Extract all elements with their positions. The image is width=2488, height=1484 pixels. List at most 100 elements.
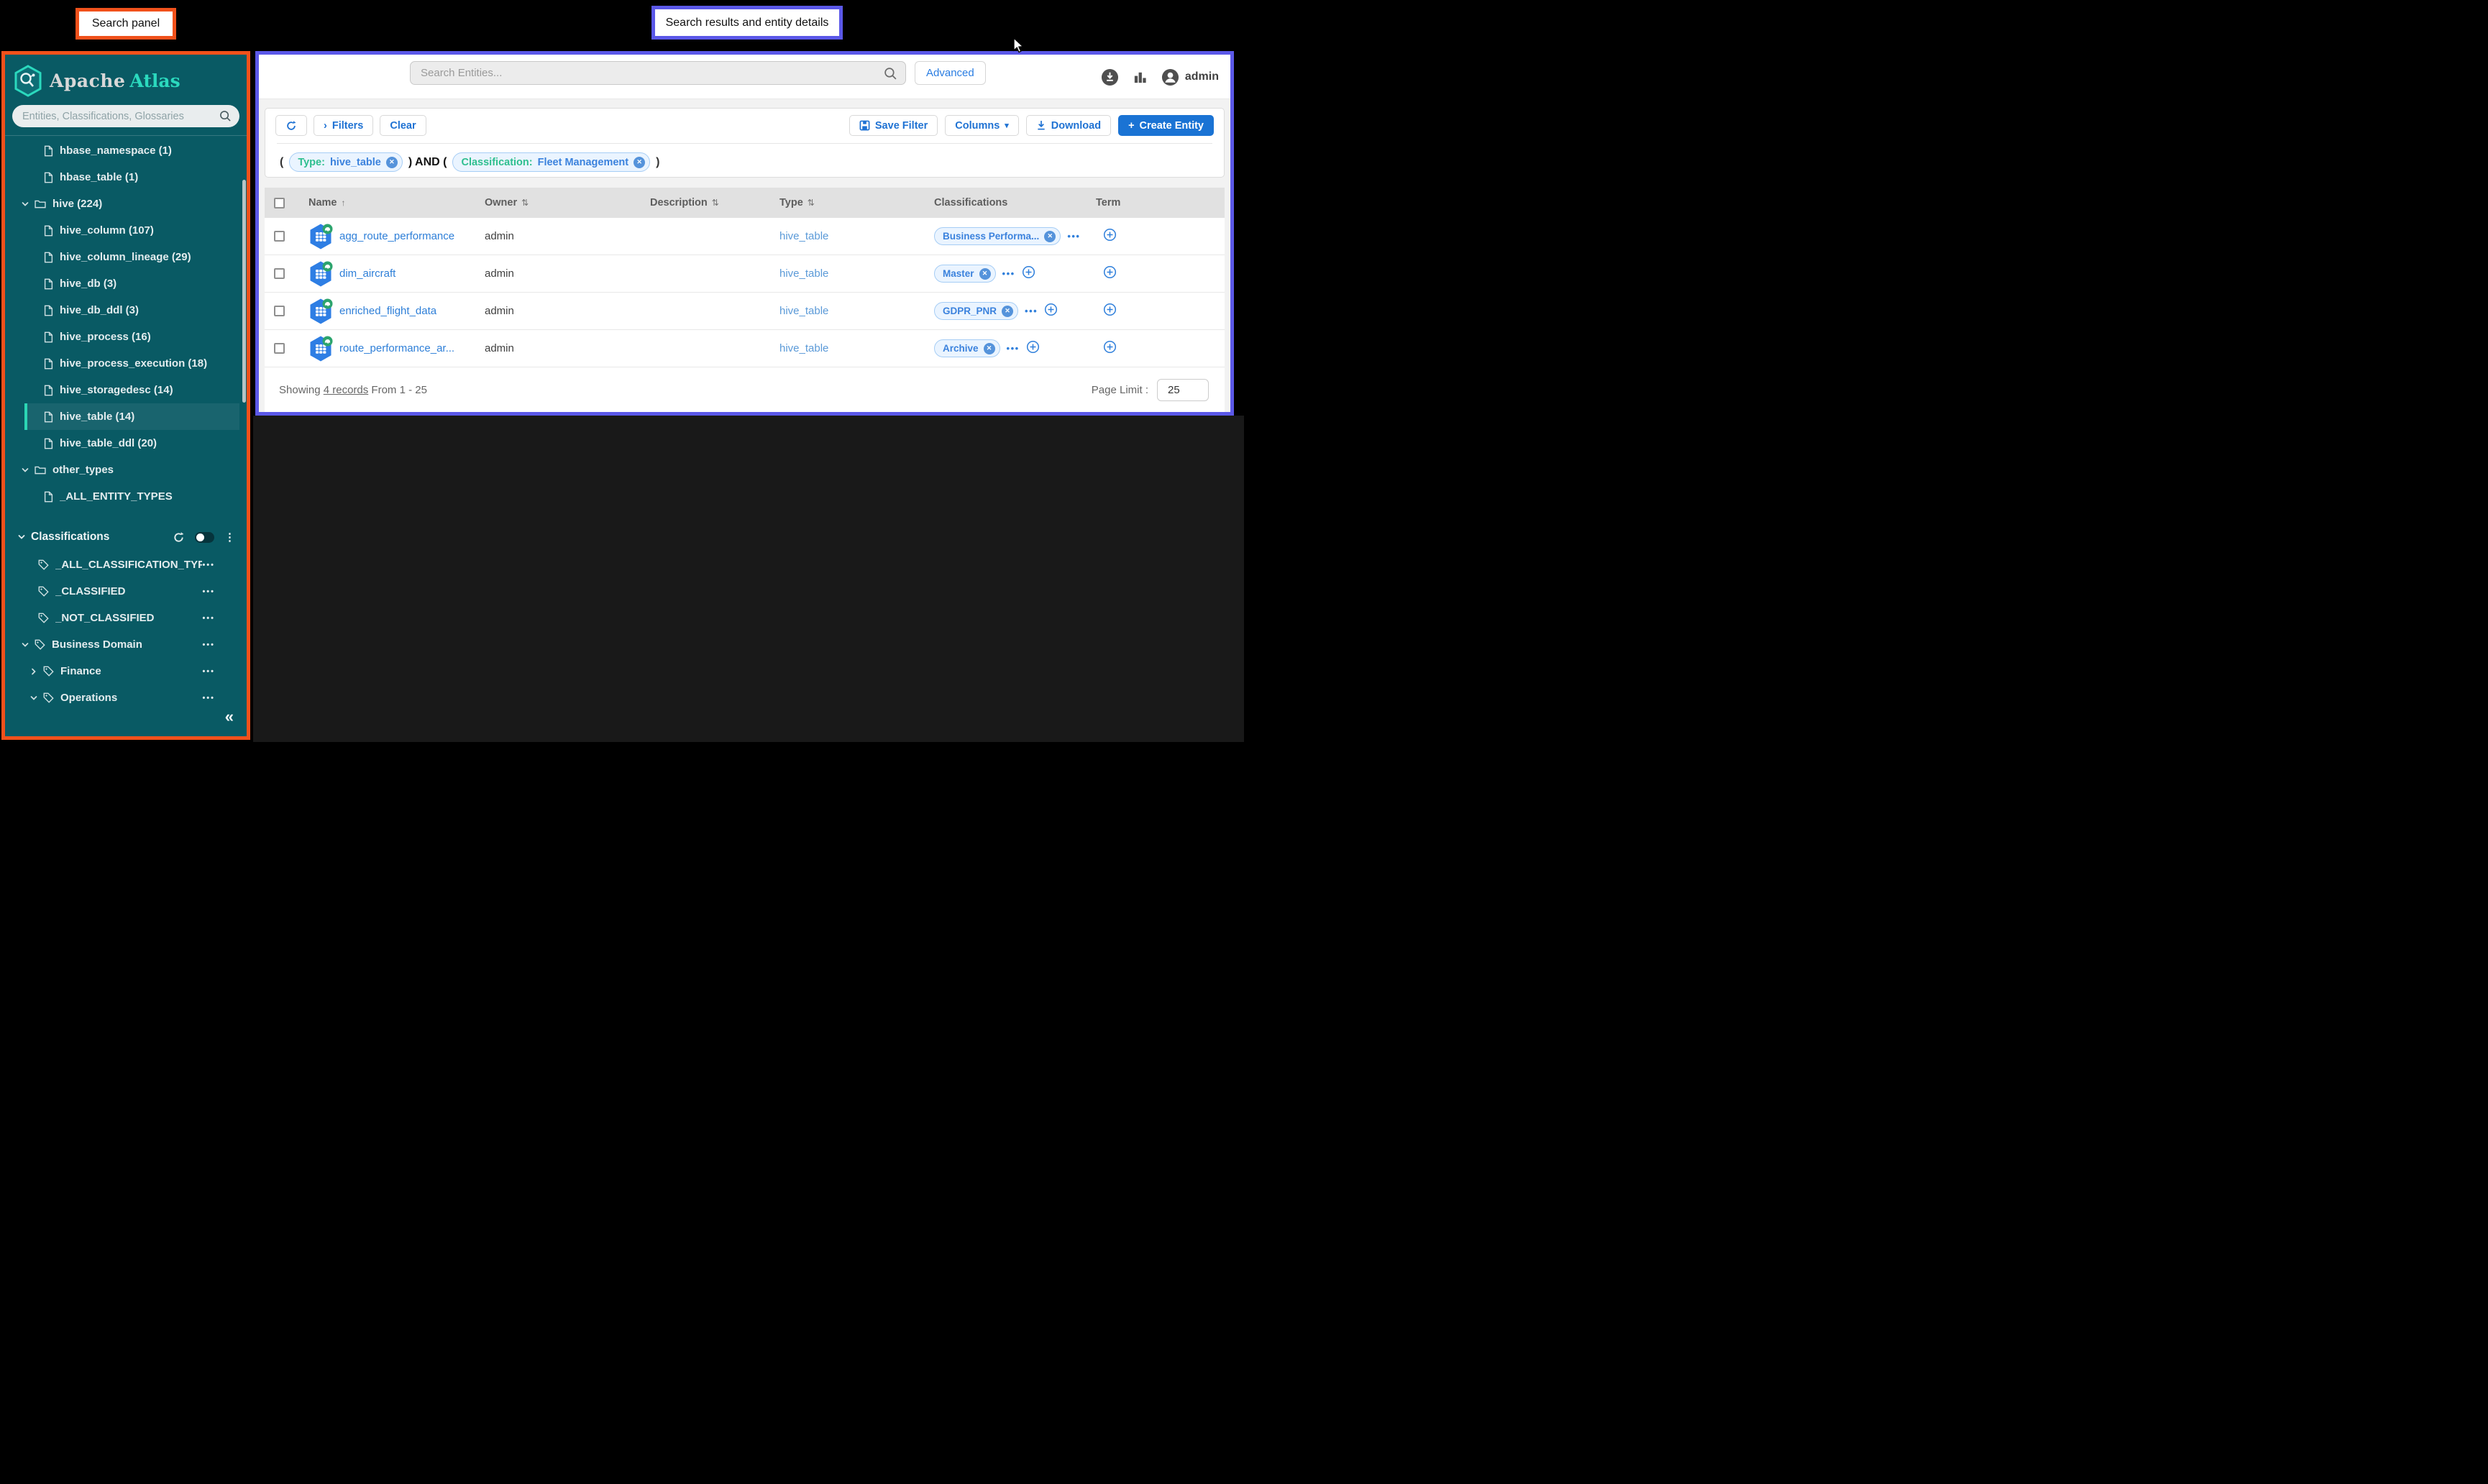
app-logo[interactable]: Apache Atlas [5,55,247,97]
entity-type-item-hive-db-3[interactable]: hive_db (3) [5,270,247,297]
sort-icon[interactable]: ⇅ [712,198,719,208]
classification-chip[interactable]: Master ✕ [934,265,996,283]
column-header-type[interactable]: Type ⇅ [768,197,923,209]
classification-item-not-classified[interactable]: _NOT_CLASSIFIED ••• [5,605,247,631]
remove-chip-icon[interactable]: ✕ [634,156,646,168]
column-header-classifications[interactable]: Classifications [923,197,1084,209]
add-classification-button[interactable] [1044,303,1058,319]
add-term-button[interactable] [1103,265,1117,282]
filter-chip-type[interactable]: Type: hive_table ✕ [289,152,403,172]
entity-type-item-hive-224[interactable]: hive (224) [5,191,247,217]
plus-circle-icon[interactable] [1103,303,1117,316]
column-header-description[interactable]: Description ⇅ [639,197,768,209]
remove-classification-icon[interactable]: ✕ [979,267,991,280]
row-checkbox[interactable] [274,268,285,279]
plus-circle-icon[interactable] [1044,303,1058,316]
classification-item-classified[interactable]: _CLASSIFIED ••• [5,578,247,605]
add-classification-button[interactable] [1026,340,1040,357]
create-entity-button[interactable]: + Create Entity [1118,115,1214,136]
add-term-button[interactable] [1103,303,1117,319]
remove-classification-icon[interactable]: ✕ [1002,305,1014,317]
row-checkbox[interactable] [274,343,285,354]
entity-type-item-hive-table-14[interactable]: hive_table (14) [24,403,239,430]
item-menu-icon[interactable]: ••• [202,694,215,702]
entity-type-link[interactable]: hive_table [779,342,828,354]
add-term-button[interactable] [1103,340,1117,357]
entity-type-item-all-entity-types[interactable]: _ALL_ENTITY_TYPES [5,483,247,510]
classification-menu-icon[interactable]: ••• [1002,268,1015,279]
entity-type-item-hive-db-ddl-3[interactable]: hive_db_ddl (3) [5,297,247,324]
item-menu-icon[interactable]: ••• [202,561,215,569]
remove-chip-icon[interactable]: ✕ [385,156,398,168]
remove-classification-icon[interactable]: ✕ [983,342,995,354]
entity-name-link[interactable]: dim_aircraft [339,267,395,280]
refresh-results-button[interactable] [275,115,307,136]
item-menu-icon[interactable]: ••• [202,587,215,596]
records-link[interactable]: 4 records [324,384,369,396]
classification-chip[interactable]: Archive ✕ [934,339,1000,357]
user-menu[interactable]: admin [1161,68,1219,86]
classification-menu-icon[interactable]: ••• [1025,306,1038,316]
entity-name-link[interactable]: agg_route_performance [339,230,454,242]
entity-search-input[interactable] [410,61,906,85]
classification-view-toggle[interactable] [195,531,214,543]
remove-classification-icon[interactable]: ✕ [1044,230,1056,242]
classification-chip[interactable]: Business Performa... ✕ [934,227,1061,245]
sort-icon[interactable]: ⇅ [808,198,815,208]
item-menu-icon[interactable]: ••• [202,641,215,649]
column-header-term[interactable]: Term [1084,197,1225,209]
entity-type-item-hive-table-ddl-20[interactable]: hive_table_ddl (20) [5,430,247,457]
sort-icon[interactable]: ↑ [342,198,346,208]
classifications-header[interactable]: Classifications ⋮ [5,523,247,551]
select-all-checkbox[interactable] [274,197,285,209]
plus-circle-icon[interactable] [1022,265,1035,279]
columns-button[interactable]: Columns ▾ [945,115,1019,136]
filter-chip-classification[interactable]: Classification: Fleet Management ✕ [452,152,651,172]
download-button[interactable]: Download [1025,115,1112,136]
entity-type-item-hive-column-lineage-29[interactable]: hive_column_lineage (29) [5,244,247,270]
classification-item-finance[interactable]: Finance ••• [5,658,247,684]
add-term-button[interactable] [1103,228,1117,244]
entity-type-item-other-types[interactable]: other_types [5,457,247,483]
entity-type-item-hbase-table-1[interactable]: hbase_table (1) [5,164,247,191]
item-menu-icon[interactable]: ••• [202,614,215,623]
column-header-name[interactable]: Name ↑ [297,197,473,209]
clear-button[interactable]: Clear [380,115,426,136]
download-circle-icon[interactable] [1101,68,1119,86]
filters-button[interactable]: › Filters [314,115,374,136]
plus-circle-icon[interactable] [1103,340,1117,354]
sidebar-search-input[interactable] [12,105,239,127]
add-classification-button[interactable] [1022,265,1035,282]
plus-circle-icon[interactable] [1103,265,1117,279]
entity-name-link[interactable]: enriched_flight_data [339,305,436,317]
entity-name-link[interactable]: route_performance_ar... [339,342,454,354]
sort-icon[interactable]: ⇅ [521,198,529,208]
row-checkbox[interactable] [274,231,285,242]
item-menu-icon[interactable]: ••• [202,667,215,676]
plus-circle-icon[interactable] [1026,340,1040,354]
classification-item-business-domain[interactable]: Business Domain ••• [5,631,247,658]
entity-type-item-hive-storagedesc-14[interactable]: hive_storagedesc (14) [5,377,247,403]
entity-type-link[interactable]: hive_table [779,230,828,242]
classification-menu-icon[interactable]: ••• [1007,343,1020,354]
entity-type-item-hive-column-107[interactable]: hive_column (107) [5,217,247,244]
page-limit-input[interactable] [1157,378,1209,401]
column-header-owner[interactable]: Owner ⇅ [473,197,639,209]
plus-circle-icon[interactable] [1103,228,1117,242]
refresh-classifications-icon[interactable] [173,531,185,544]
sidebar-collapse-button[interactable]: « [225,707,234,726]
kebab-menu-icon[interactable]: ⋮ [224,531,235,544]
advanced-search-button[interactable]: Advanced [915,61,986,85]
classification-item-all-classification-types[interactable]: _ALL_CLASSIFICATION_TYPES••• [5,551,247,578]
classification-item-operations[interactable]: Operations ••• [5,684,247,711]
entity-type-item-hive-process-16[interactable]: hive_process (16) [5,324,247,350]
entity-type-link[interactable]: hive_table [779,267,828,280]
entity-type-item-hbase-namespace-1[interactable]: hbase_namespace (1) [5,137,247,164]
classification-chip[interactable]: GDPR_PNR ✕ [934,302,1019,320]
sidebar-scrollbar[interactable] [242,180,246,403]
row-checkbox[interactable] [274,306,285,316]
save-filter-button[interactable]: Save Filter [849,115,938,136]
entity-type-item-hive-process-execution-18[interactable]: hive_process_execution (18) [5,350,247,377]
statistics-icon[interactable] [1133,70,1148,85]
classification-menu-icon[interactable]: ••• [1067,231,1080,242]
